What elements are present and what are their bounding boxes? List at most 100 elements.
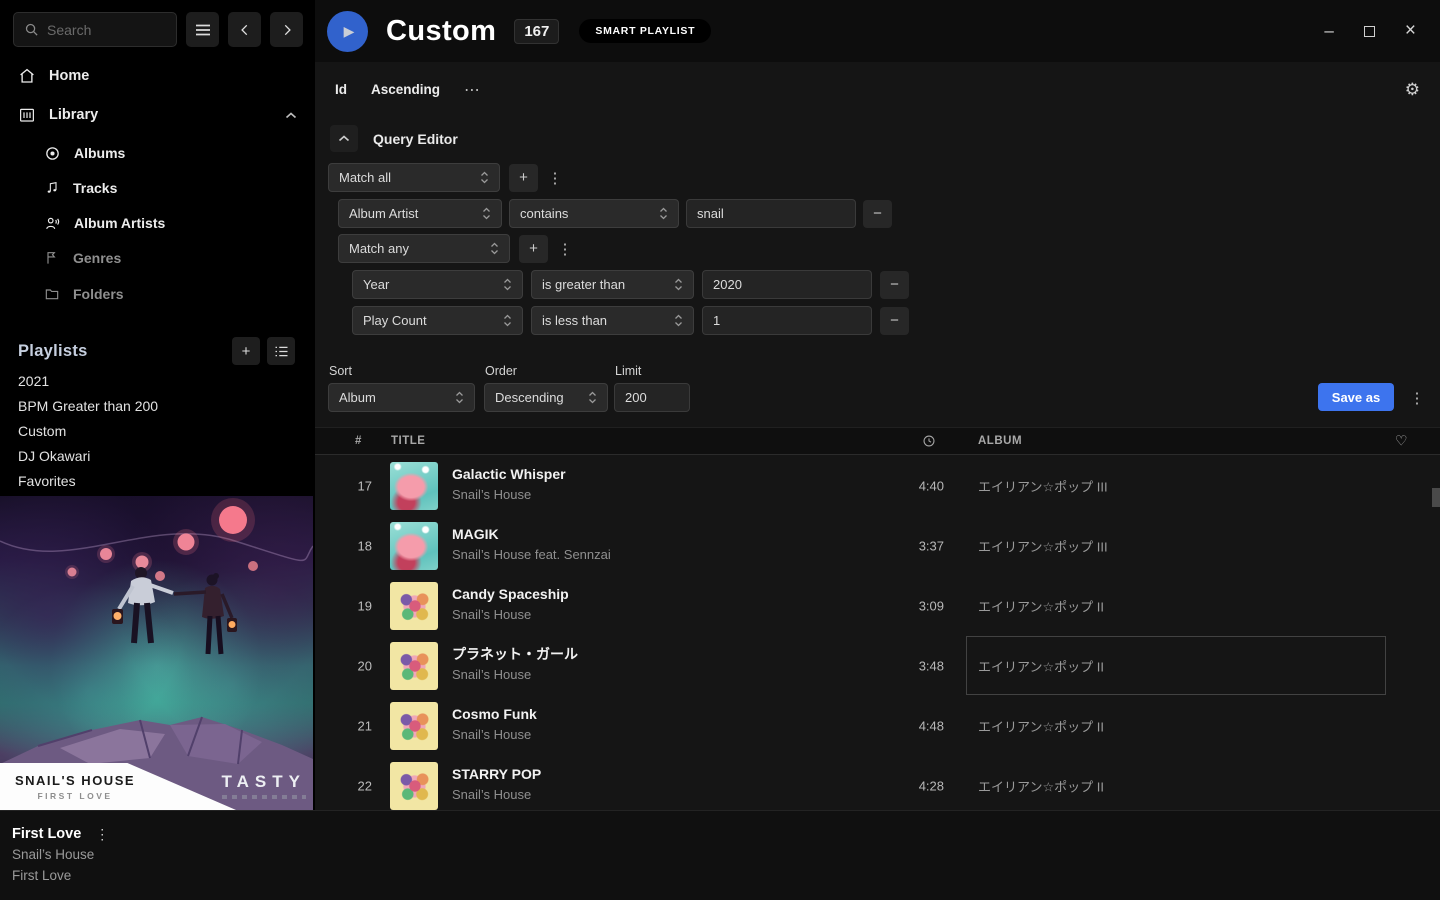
track-index: 17 xyxy=(315,479,372,494)
music-note-icon xyxy=(44,180,60,196)
sidebar-item-label: Tracks xyxy=(73,180,117,196)
play-playlist-button[interactable]: ▶ xyxy=(327,11,368,52)
rule-value-input[interactable] xyxy=(702,306,872,335)
track-artist[interactable]: Snail’s House xyxy=(452,725,537,745)
track-title[interactable]: Cosmo Funk xyxy=(452,704,537,725)
sidebar-item-label: Home xyxy=(49,68,89,84)
artist-icon xyxy=(44,215,61,232)
maximize-button[interactable] xyxy=(1364,26,1375,37)
sidebar-item-library[interactable]: Library xyxy=(0,99,315,131)
select-value: Album Artist xyxy=(349,206,418,221)
table-row[interactable]: 18 MAGIK Snail’s House feat. Sennzai 3:3… xyxy=(315,516,1440,576)
track-artist[interactable]: Snail’s House xyxy=(452,485,566,505)
save-menu-button[interactable]: ⋮ xyxy=(1409,389,1425,407)
rule-operator-select[interactable]: is greater than xyxy=(531,270,694,299)
track-title[interactable]: Candy Spaceship xyxy=(452,584,569,605)
duration-clock-icon[interactable] xyxy=(922,434,936,448)
track-title[interactable]: プラネット・ガール xyxy=(452,644,578,665)
table-row[interactable]: 20 プラネット・ガール Snail’s House 3:48 エイリアン☆ポッ… xyxy=(315,636,1440,696)
rule-operator-select[interactable]: is less than xyxy=(531,306,694,335)
track-title[interactable]: Galactic Whisper xyxy=(452,464,566,485)
playlist-item[interactable]: DJ Okawari xyxy=(18,444,305,469)
favorite-column-icon[interactable]: ♡ xyxy=(1395,433,1408,450)
rule-field-select[interactable]: Play Count xyxy=(352,306,523,335)
rule-group-menu-button[interactable]: ⋮ xyxy=(557,240,573,258)
rule-group-menu-button[interactable]: ⋮ xyxy=(547,169,563,187)
track-title[interactable]: STARRY POP xyxy=(452,764,541,785)
rule-field-select[interactable]: Album Artist xyxy=(338,199,502,228)
minimize-button[interactable]: – xyxy=(1324,21,1333,41)
page-title: Custom xyxy=(386,15,496,48)
playlist-item[interactable]: BPM Greater than 200 xyxy=(18,394,305,419)
updown-chevron-icon xyxy=(480,171,489,184)
track-title[interactable]: MAGIK xyxy=(452,524,611,545)
menu-button[interactable] xyxy=(186,12,219,47)
scrollbar-thumb[interactable] xyxy=(1432,488,1440,507)
table-row[interactable]: 17 Galactic Whisper Snail’s House 4:40 エ… xyxy=(315,456,1440,516)
rule-value-input[interactable] xyxy=(702,270,872,299)
track-album[interactable]: エイリアン☆ポップ III xyxy=(978,537,1108,556)
search-icon xyxy=(24,22,39,37)
match-type-select[interactable]: Match all xyxy=(328,163,500,192)
column-index[interactable]: # xyxy=(355,435,361,447)
sort-field-button[interactable]: Id xyxy=(335,82,347,97)
track-album[interactable]: エイリアン☆ポップ II xyxy=(978,597,1104,616)
close-button[interactable]: × xyxy=(1405,20,1416,42)
rule-operator-select[interactable]: contains xyxy=(509,199,679,228)
rule-value-input[interactable] xyxy=(686,199,856,228)
nav-forward-button[interactable] xyxy=(270,12,303,47)
query-editor-collapse-button[interactable] xyxy=(330,125,358,152)
add-rule-button[interactable]: + xyxy=(509,164,538,192)
track-artist[interactable]: Snail’s House xyxy=(452,605,569,625)
sort-order-button[interactable]: Ascending xyxy=(371,82,440,97)
more-options-button[interactable]: ⋯ xyxy=(464,80,480,100)
playlist-item[interactable]: 2021 xyxy=(18,369,305,394)
remove-rule-button[interactable]: − xyxy=(880,307,909,335)
search-box[interactable] xyxy=(13,12,177,47)
collapse-library-button[interactable] xyxy=(285,112,297,119)
track-album[interactable]: エイリアン☆ポップ II xyxy=(978,777,1104,796)
sort-select[interactable]: Album xyxy=(328,383,475,412)
player-bar: First Love ⋮ Snail’s House First Love ▶ … xyxy=(0,810,1440,900)
limit-input[interactable] xyxy=(614,383,690,412)
query-rule-row: Play Count is less than − xyxy=(352,306,909,335)
playlist-item[interactable]: Custom xyxy=(18,419,305,444)
remove-rule-button[interactable]: − xyxy=(863,200,892,228)
sidebar-item-tracks[interactable]: Tracks xyxy=(0,172,315,204)
updown-chevron-icon xyxy=(482,207,491,220)
remove-rule-button[interactable]: − xyxy=(880,271,909,299)
playlist-item[interactable]: Favorites xyxy=(18,469,305,494)
add-rule-button[interactable]: + xyxy=(519,235,548,263)
sidebar-item-albums[interactable]: Albums xyxy=(0,137,315,169)
now-playing-menu-button[interactable]: ⋮ xyxy=(95,826,109,843)
rule-field-select[interactable]: Year xyxy=(352,270,523,299)
track-artist[interactable]: Snail’s House xyxy=(452,665,578,685)
track-artist[interactable]: Snail’s House feat. Sennzai xyxy=(452,545,611,565)
track-artist[interactable]: Snail’s House xyxy=(452,785,541,805)
now-playing-title[interactable]: First Love xyxy=(12,824,81,845)
save-as-button[interactable]: Save as xyxy=(1318,383,1394,411)
match-type-select[interactable]: Match any xyxy=(338,234,510,263)
sidebar-item-home[interactable]: Home xyxy=(0,60,315,92)
table-row[interactable]: 19 Candy Spaceship Snail’s House 3:09 エイ… xyxy=(315,576,1440,636)
column-title[interactable]: TITLE xyxy=(391,435,425,447)
sidebar-item-genres[interactable]: Genres xyxy=(0,242,315,274)
table-row[interactable]: 21 Cosmo Funk Snail’s House 4:48 エイリアン☆ポ… xyxy=(315,696,1440,756)
track-album[interactable]: エイリアン☆ポップ III xyxy=(978,477,1108,496)
track-artwork xyxy=(390,462,438,510)
search-input[interactable] xyxy=(47,22,159,38)
table-row[interactable]: 22 STARRY POP Snail’s House 4:28 エイリアン☆ポ… xyxy=(315,756,1440,810)
sidebar-item-folders[interactable]: Folders xyxy=(0,278,315,310)
order-select[interactable]: Descending xyxy=(484,383,608,412)
column-album[interactable]: ALBUM xyxy=(978,435,1022,447)
nav-back-button[interactable] xyxy=(228,12,261,47)
now-playing-album[interactable]: First Love xyxy=(12,866,109,887)
sidebar-item-album-artists[interactable]: Album Artists xyxy=(0,207,315,239)
playlist-list-button[interactable] xyxy=(267,337,295,365)
now-playing-artist[interactable]: Snail’s House xyxy=(12,845,109,866)
track-album[interactable]: エイリアン☆ポップ II xyxy=(978,717,1104,736)
cover-banner-artist: SNAIL'S HOUSE xyxy=(0,773,150,788)
settings-gear-icon[interactable]: ⚙ xyxy=(1405,80,1420,100)
now-playing-artwork[interactable]: SNAIL'S HOUSE FIRST LOVE TASTY xyxy=(0,496,313,810)
add-playlist-button[interactable]: + xyxy=(232,337,260,365)
